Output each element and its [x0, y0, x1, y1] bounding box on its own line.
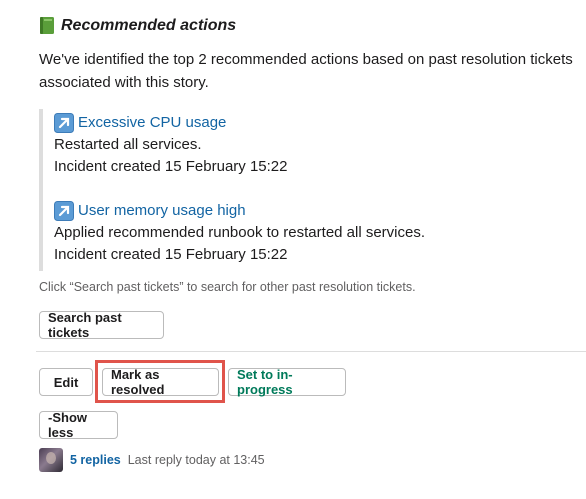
incident-created-text: Incident created 15 February 15:22: [54, 158, 288, 175]
incident-created-text: Incident created 15 February 15:22: [54, 246, 288, 263]
show-less-button[interactable]: -Show less: [39, 410, 118, 440]
green-book-icon: [39, 16, 55, 35]
title-text: Recommended actions: [61, 16, 237, 34]
search-past-tickets-button[interactable]: Search past tickets: [39, 310, 164, 340]
action-link-user-memory[interactable]: User memory usage high: [78, 200, 246, 222]
intro-text: We've identified the top 2 recommended a…: [39, 51, 573, 91]
last-reply-text: Last reply today at 13:45: [127, 453, 265, 467]
recommended-actions-quote: Excessive CPU usage Restarted all servic…: [39, 109, 579, 271]
set-to-in-progress-button[interactable]: Set to in-progress: [228, 367, 346, 397]
title-row: Recommended actions: [39, 16, 236, 35]
action-link-row: Excessive CPU usage: [54, 112, 287, 134]
thread-summary: 5 replies Last reply today at 13:45: [39, 448, 265, 472]
message-container: Recommended actions We've identified the…: [0, 0, 586, 499]
search-hint-text: Click “Search past tickets” to search fo…: [39, 280, 416, 294]
replies-link[interactable]: 5 replies: [70, 453, 121, 467]
arrow-up-right-icon: [54, 201, 74, 221]
avatar[interactable]: [39, 448, 63, 472]
recommended-action: User memory usage high Applied recommend…: [54, 200, 425, 266]
recommended-action: Excessive CPU usage Restarted all servic…: [54, 112, 287, 178]
edit-button[interactable]: Edit: [39, 368, 93, 396]
action-description: Restarted all services.: [54, 136, 202, 153]
arrow-up-right-icon: [54, 113, 74, 133]
action-link-excessive-cpu[interactable]: Excessive CPU usage: [78, 112, 226, 134]
action-link-row: User memory usage high: [54, 200, 425, 222]
divider: [36, 351, 586, 352]
action-description: Applied recommended runbook to restarted…: [54, 224, 426, 241]
mark-as-resolved-button[interactable]: Mark as resolved: [102, 367, 219, 397]
